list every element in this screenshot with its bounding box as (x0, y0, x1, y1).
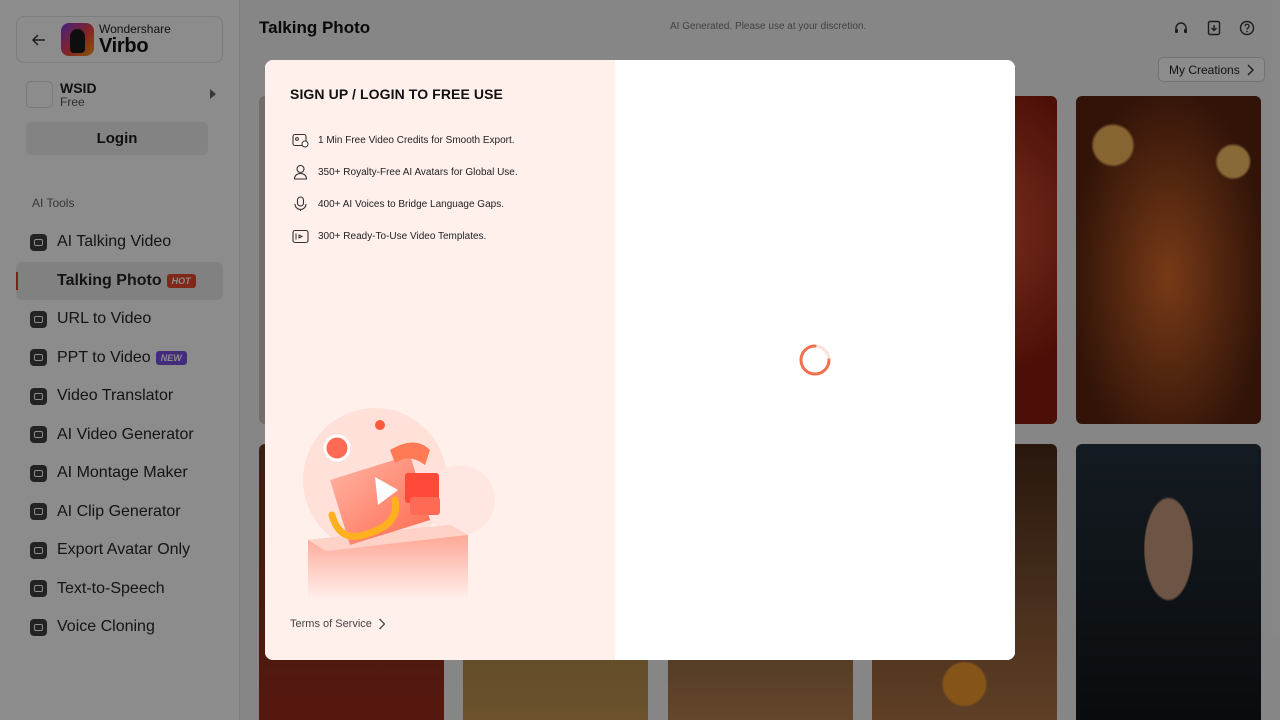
template-icon (291, 227, 309, 245)
modal-title: SIGN UP / LOGIN TO FREE USE (290, 86, 503, 102)
microphone-icon (291, 195, 309, 213)
video-credits-icon (291, 131, 309, 149)
login-form-panel (615, 60, 1015, 660)
benefit-text: 400+ AI Voices to Bridge Language Gaps. (318, 198, 504, 210)
loading-spinner-icon (799, 344, 831, 376)
chevron-right-icon (378, 618, 385, 630)
benefit-list: 1 Min Free Video Credits for Smooth Expo… (291, 124, 518, 252)
avatar-icon (291, 163, 309, 181)
benefit-text: 300+ Ready-To-Use Video Templates. (318, 230, 487, 242)
list-item: 300+ Ready-To-Use Video Templates. (291, 220, 518, 252)
terms-label: Terms of Service (290, 618, 372, 630)
list-item: 350+ Royalty-Free AI Avatars for Global … (291, 156, 518, 188)
benefit-text: 1 Min Free Video Credits for Smooth Expo… (318, 134, 515, 146)
benefit-text: 350+ Royalty-Free AI Avatars for Global … (318, 166, 518, 178)
modal-promo-panel: SIGN UP / LOGIN TO FREE USE 1 Min Free V… (265, 60, 615, 660)
login-modal: SIGN UP / LOGIN TO FREE USE 1 Min Free V… (265, 60, 1015, 660)
list-item: 400+ AI Voices to Bridge Language Gaps. (291, 188, 518, 220)
promo-illustration (303, 408, 495, 600)
list-item: 1 Min Free Video Credits for Smooth Expo… (291, 124, 518, 156)
terms-of-service-link[interactable]: Terms of Service (290, 618, 385, 630)
